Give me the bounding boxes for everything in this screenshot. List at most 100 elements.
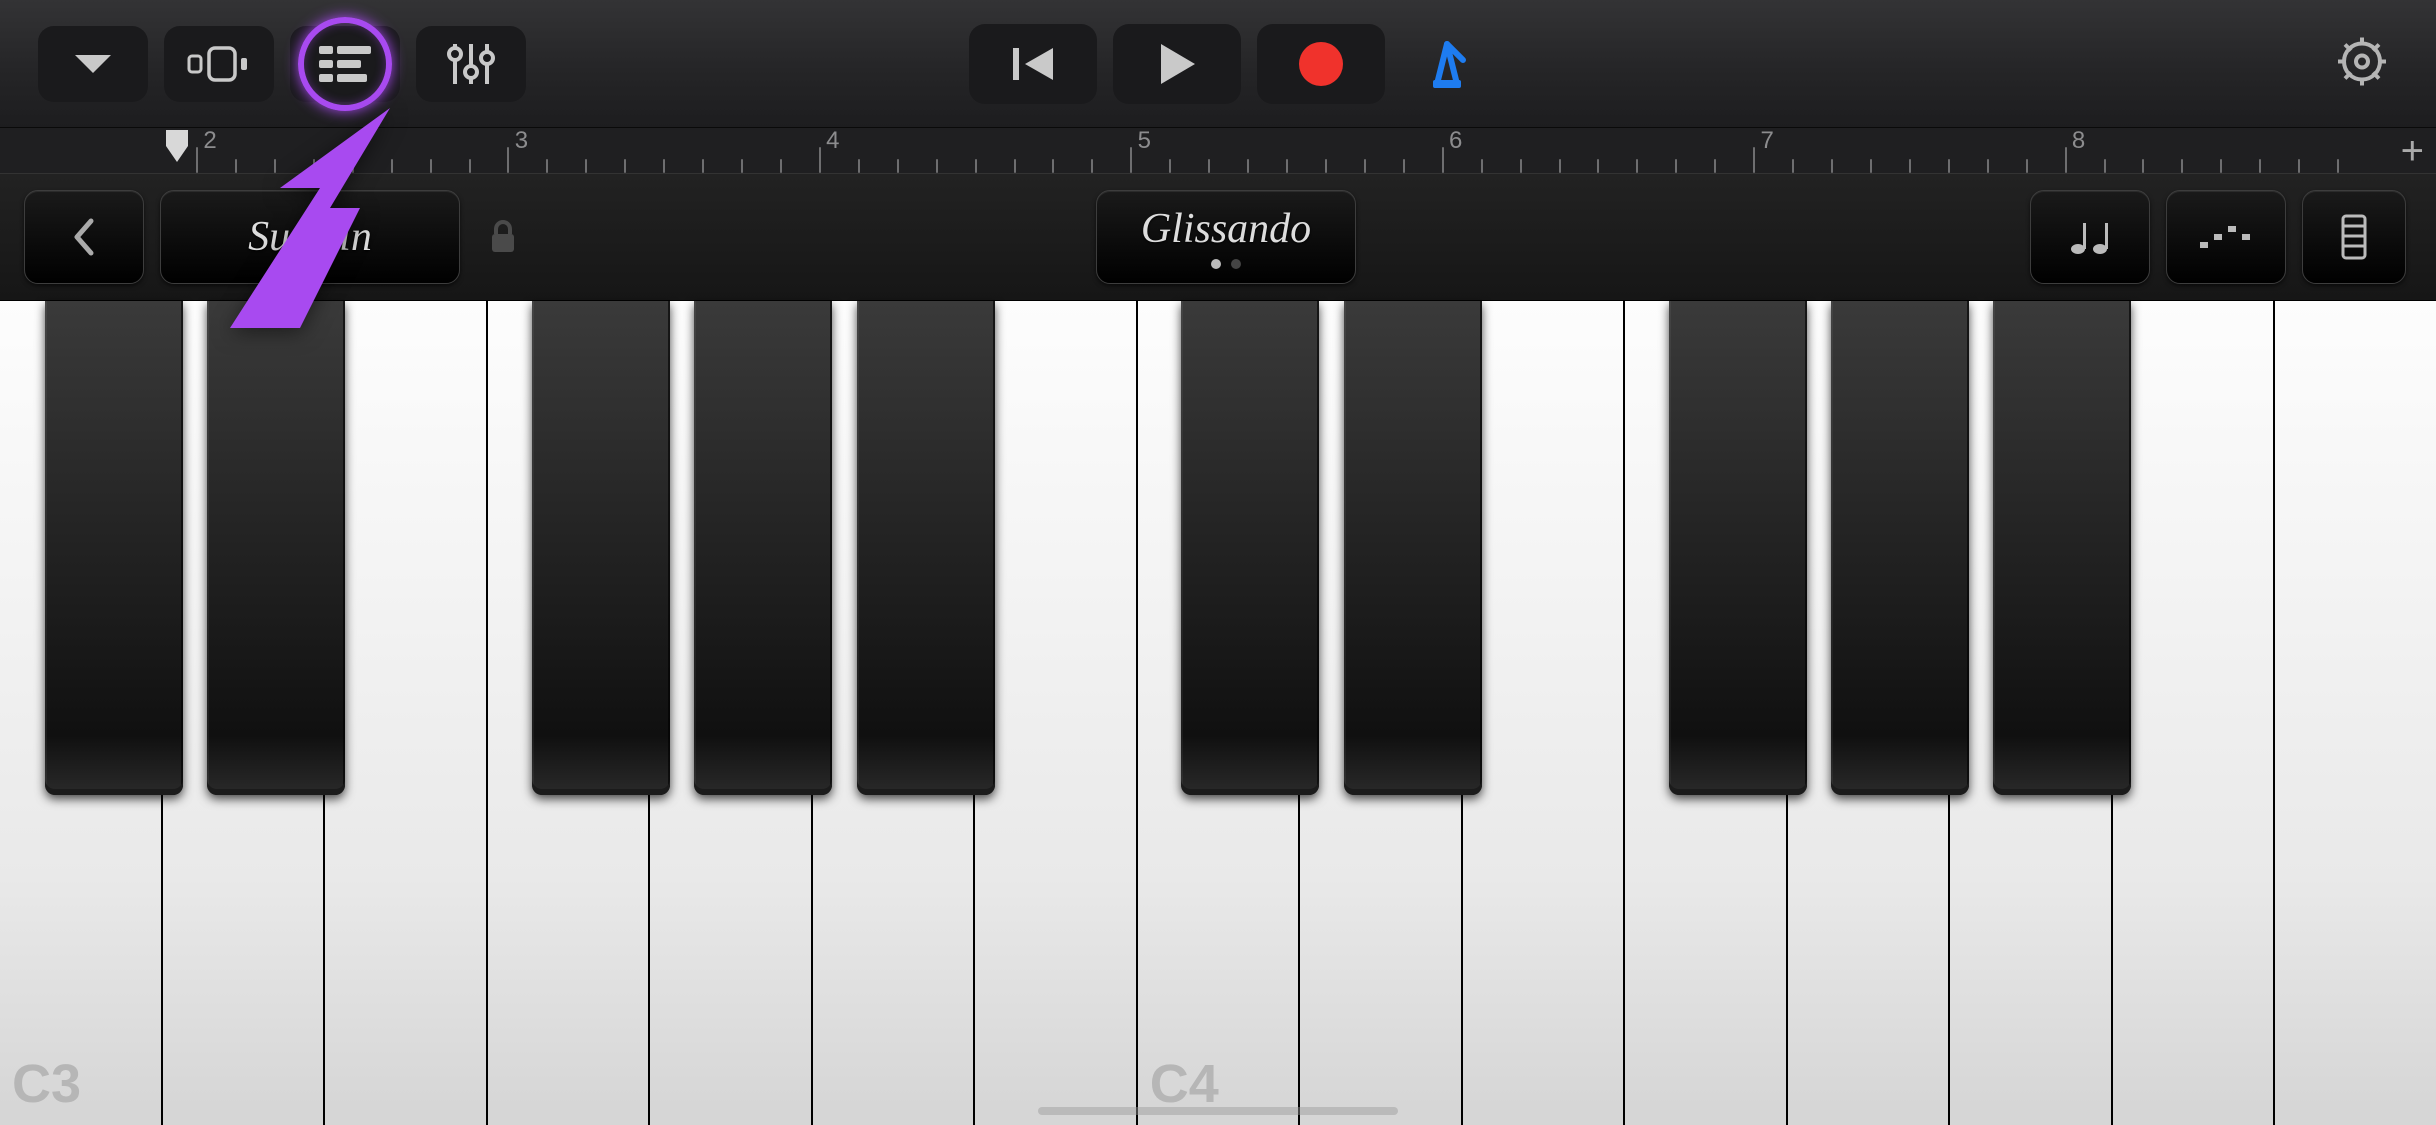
- black-key-C#4[interactable]: [1181, 301, 1319, 795]
- black-key-A#4[interactable]: [1993, 301, 2131, 795]
- page-dot-1: [1231, 259, 1241, 269]
- beat-tick: [1520, 159, 1522, 173]
- notes-icon: [2066, 215, 2114, 259]
- beat-tick: [1597, 159, 1599, 173]
- transport-controls: [961, 24, 1475, 104]
- bar-number: 5: [1138, 127, 1151, 155]
- beat-tick: [2298, 159, 2300, 173]
- white-key-E4[interactable]: [1463, 301, 1626, 1125]
- bar-tick: [1753, 147, 1755, 173]
- beat-tick: [1948, 159, 1950, 173]
- beat-tick: [1169, 159, 1171, 173]
- record-icon: [1297, 40, 1345, 88]
- bar-number: 7: [1760, 127, 1773, 155]
- garageband-keyboard-screen: 2 3 4 5 6 7 8 + Sustain Glissando: [0, 0, 2436, 1125]
- beat-tick: [469, 159, 471, 173]
- key-label: C4: [1150, 1053, 1219, 1115]
- metronome-button[interactable]: [1419, 24, 1475, 104]
- bar-number: 6: [1449, 127, 1462, 155]
- glissando-mode-button[interactable]: Glissando: [1096, 190, 1356, 284]
- chord-mode-button[interactable]: [2030, 190, 2150, 284]
- add-section-button[interactable]: +: [2401, 131, 2424, 171]
- white-key-B3[interactable]: [975, 301, 1138, 1125]
- go-to-start-button[interactable]: [969, 24, 1097, 104]
- home-indicator: [1038, 1107, 1398, 1115]
- beat-tick: [1831, 159, 1833, 173]
- black-key-D#4[interactable]: [1344, 301, 1482, 795]
- keyboard-scale-button[interactable]: [2302, 190, 2406, 284]
- white-key-B4[interactable]: [2113, 301, 2276, 1125]
- bar-number: 3: [515, 127, 528, 155]
- lock-icon: [488, 218, 518, 256]
- beat-tick: [1792, 159, 1794, 173]
- beat-tick: [585, 159, 587, 173]
- beat-tick: [2026, 159, 2028, 173]
- timeline-ruler[interactable]: 2 3 4 5 6 7 8 +: [0, 127, 2436, 173]
- settings-button[interactable]: [2334, 33, 2390, 94]
- black-key-G#4[interactable]: [1831, 301, 1969, 795]
- beat-tick: [1559, 159, 1561, 173]
- beat-tick: [702, 159, 704, 173]
- beat-tick: [897, 159, 899, 173]
- beat-tick: [391, 159, 393, 173]
- beat-tick: [1987, 159, 1989, 173]
- octave-down-button[interactable]: [24, 190, 144, 284]
- chevron-down-icon: [73, 51, 113, 77]
- beat-tick: [1481, 159, 1483, 173]
- playhead-marker[interactable]: [164, 128, 190, 173]
- beat-tick: [624, 159, 626, 173]
- beat-tick: [274, 159, 276, 173]
- white-key-C5[interactable]: [2275, 301, 2436, 1125]
- metronome-icon: [1419, 36, 1475, 92]
- beat-tick: [1052, 159, 1054, 173]
- grid-split-icon: [187, 44, 251, 84]
- keyboard-range-icon: [2337, 212, 2371, 262]
- sustain-button[interactable]: Sustain: [160, 190, 460, 284]
- beat-tick: [1364, 159, 1366, 173]
- beat-tick: [1286, 159, 1288, 173]
- beat-tick: [780, 159, 782, 173]
- beat-tick: [1636, 159, 1638, 173]
- black-key-C#3[interactable]: [45, 301, 183, 795]
- piano-keyboard: C3 C4: [0, 301, 2436, 1125]
- beat-tick: [352, 159, 354, 173]
- beat-tick: [1403, 159, 1405, 173]
- beat-tick: [1870, 159, 1872, 173]
- beat-tick: [2181, 159, 2183, 173]
- black-key-A#3[interactable]: [857, 301, 995, 795]
- beat-tick: [2337, 159, 2339, 173]
- bar-number: 4: [826, 127, 839, 155]
- key-label: C3: [12, 1053, 81, 1115]
- track-layout-button[interactable]: [164, 26, 274, 102]
- sustain-lock-button[interactable]: [468, 218, 538, 256]
- tracks-view-button[interactable]: [290, 26, 400, 102]
- bar-number: 2: [203, 127, 216, 155]
- black-key-F#3[interactable]: [532, 301, 670, 795]
- white-key-E3[interactable]: [325, 301, 488, 1125]
- black-key-F#4[interactable]: [1669, 301, 1807, 795]
- gear-icon: [2334, 33, 2390, 89]
- beat-tick: [741, 159, 743, 173]
- bar-number: 8: [2072, 127, 2085, 155]
- go-to-start-icon: [1011, 44, 1055, 84]
- arpeggio-icon: [2196, 222, 2256, 252]
- bar-tick: [507, 147, 509, 173]
- page-dots: [1211, 259, 1241, 269]
- bar-tick: [819, 147, 821, 173]
- beat-tick: [2142, 159, 2144, 173]
- black-key-D#3[interactable]: [207, 301, 345, 795]
- beat-tick: [975, 159, 977, 173]
- fx-controls-button[interactable]: [416, 26, 526, 102]
- top-toolbar: [0, 0, 2436, 127]
- bar-tick: [2065, 147, 2067, 173]
- black-key-G#3[interactable]: [694, 301, 832, 795]
- beat-tick: [1714, 159, 1716, 173]
- record-button[interactable]: [1257, 24, 1385, 104]
- instrument-browser-button[interactable]: [38, 26, 148, 102]
- beat-tick: [2104, 159, 2106, 173]
- beat-tick: [1325, 159, 1327, 173]
- bar-tick: [1442, 147, 1444, 173]
- arpeggiator-button[interactable]: [2166, 190, 2286, 284]
- play-button[interactable]: [1113, 24, 1241, 104]
- sliders-icon: [445, 38, 497, 90]
